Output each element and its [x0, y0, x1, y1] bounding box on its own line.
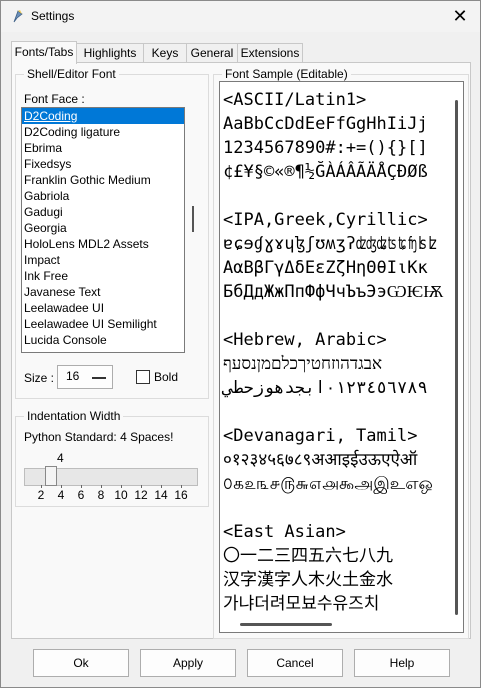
font-list-item[interactable]: Impact: [22, 252, 184, 268]
font-face-listbox[interactable]: D2Coding D2Coding ligature Ebrima Fixeds…: [21, 107, 185, 353]
sample-vertical-scrollbar-thumb[interactable]: [455, 100, 458, 615]
indent-slider-thumb[interactable]: [45, 466, 57, 486]
font-list-item[interactable]: D2Coding: [22, 108, 184, 124]
font-list-item[interactable]: Leelawadee UI: [22, 300, 184, 316]
python-standard-label: Python Standard: 4 Spaces!: [24, 430, 174, 444]
font-list-item[interactable]: Ink Free: [22, 268, 184, 284]
bold-label: Bold: [154, 370, 179, 384]
tab-extensions[interactable]: Extensions: [237, 43, 303, 63]
font-sample-text[interactable]: <ASCII/Latin1> AaBbCcDdEeFfGgHhIiJj 1234…: [223, 88, 444, 616]
font-list-item[interactable]: Leelawadee UI Semilight: [22, 316, 184, 332]
font-list-item[interactable]: Georgia: [22, 220, 184, 236]
font-list-item[interactable]: Fixedsys: [22, 156, 184, 172]
tab-keys[interactable]: Keys: [143, 43, 187, 63]
font-list-item[interactable]: Franklin Gothic Medium: [22, 172, 184, 188]
window-title: Settings: [31, 9, 75, 23]
font-sample-textarea[interactable]: <ASCII/Latin1> AaBbCcDdEeFfGgHhIiJj 1234…: [219, 81, 464, 633]
sample-horizontal-scrollbar-thumb[interactable]: [240, 623, 332, 626]
title-bar: Settings ✕: [1, 1, 480, 32]
font-size-value: 16: [66, 369, 80, 383]
indent-tick-label: 2: [37, 488, 45, 502]
font-sample-legend: Font Sample (Editable): [225, 67, 348, 81]
font-list-item[interactable]: Javanese Text: [22, 284, 184, 300]
font-list-item[interactable]: D2Coding ligature: [22, 124, 184, 140]
font-face-label: Font Face :: [24, 92, 85, 106]
tab-fonts-tabs[interactable]: Fonts/Tabs: [11, 41, 77, 64]
python-feather-icon: [11, 9, 25, 23]
font-size-dropdown[interactable]: 16: [57, 365, 113, 389]
indent-tick-label: 12: [134, 488, 148, 502]
help-button[interactable]: Help: [354, 649, 450, 677]
ok-button[interactable]: Ok: [33, 649, 129, 677]
size-label: Size :: [24, 371, 55, 385]
settings-window: Settings ✕ Fonts/Tabs Highlights Keys Ge…: [0, 0, 481, 688]
indent-tick-label: 16: [174, 488, 188, 502]
apply-button[interactable]: Apply: [140, 649, 236, 677]
indentation-width-legend: Indentation Width: [27, 409, 121, 423]
bold-checkbox[interactable]: [136, 370, 150, 384]
dropdown-indicator-icon: [92, 377, 106, 379]
shell-editor-font-legend: Shell/Editor Font: [27, 67, 116, 81]
indent-value-label: 4: [57, 451, 64, 465]
indent-tick-label: 4: [57, 488, 65, 502]
close-icon[interactable]: ✕: [448, 4, 472, 28]
cancel-button[interactable]: Cancel: [247, 649, 343, 677]
font-list-scrollbar-thumb[interactable]: [192, 206, 194, 232]
indent-tick-label: 14: [154, 488, 168, 502]
font-list-item[interactable]: Ebrima: [22, 140, 184, 156]
font-list-item[interactable]: Gadugi: [22, 204, 184, 220]
indent-tick-label: 10: [114, 488, 128, 502]
indent-tick-label: 6: [77, 488, 85, 502]
font-list-item[interactable]: Lucida Console: [22, 332, 184, 348]
tab-highlights[interactable]: Highlights: [76, 43, 144, 63]
font-list-item[interactable]: Gabriola: [22, 188, 184, 204]
font-list-item[interactable]: HoloLens MDL2 Assets: [22, 236, 184, 252]
indent-tick-label: 8: [97, 488, 105, 502]
tab-general[interactable]: General: [186, 43, 238, 63]
